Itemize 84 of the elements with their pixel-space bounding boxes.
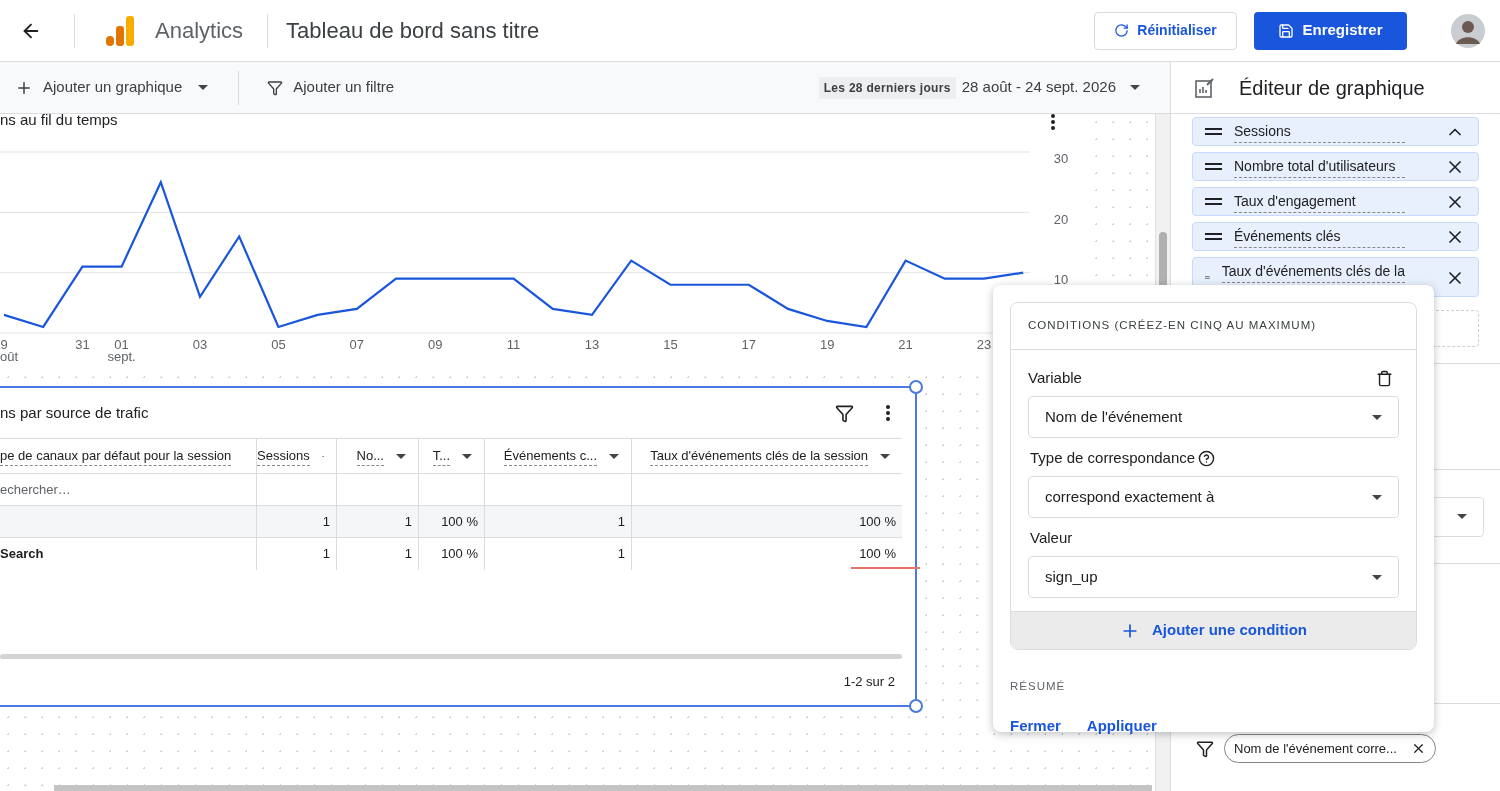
field-label: Valeur bbox=[1030, 527, 1073, 548]
chart-title: ns au fil du temps bbox=[0, 114, 118, 130]
axis-label: 15 bbox=[663, 337, 678, 353]
annotation-underline bbox=[851, 567, 920, 569]
axis-label: 30 bbox=[1053, 151, 1069, 167]
column-header[interactable]: Sessions bbox=[256, 439, 336, 473]
table-cell-text: 1 bbox=[322, 512, 330, 531]
metric-chip[interactable]: Sessions bbox=[1192, 117, 1479, 146]
card-title: ns par source de trafic bbox=[0, 402, 149, 423]
metric-chip[interactable]: Taux d'engagement bbox=[1192, 187, 1479, 216]
action-link[interactable]: Appliquer bbox=[1086, 715, 1157, 738]
add-chart-button[interactable]: Ajouter un graphique bbox=[15, 76, 209, 99]
axis-label: 11 bbox=[506, 337, 521, 353]
resize-handle[interactable] bbox=[909, 380, 923, 394]
column-header[interactable]: T... bbox=[418, 439, 484, 473]
drag-handle-icon bbox=[1205, 128, 1222, 135]
table-cell-text: 100 % bbox=[441, 545, 478, 564]
column-header[interactable]: No... bbox=[336, 439, 418, 473]
avatar[interactable] bbox=[1451, 13, 1485, 48]
axis-label: 17 bbox=[741, 337, 757, 353]
column-header[interactable]: pe de canaux par défaut pour la session bbox=[0, 439, 256, 473]
save-button[interactable]: Enregistrer bbox=[1254, 11, 1407, 50]
date-range-button[interactable]: 28 août - 24 sept. 2026 bbox=[961, 76, 1140, 99]
drag-handle-icon bbox=[1205, 233, 1222, 240]
table-cell-text: 1 bbox=[404, 512, 412, 531]
summary-label: RÉSUMÉ bbox=[1010, 679, 1067, 694]
axis-label: 20 bbox=[1053, 211, 1069, 227]
help-icon[interactable] bbox=[1198, 449, 1216, 467]
axis-label: 31 bbox=[75, 337, 90, 353]
filter-button[interactable] bbox=[835, 403, 854, 423]
table-cell-text: 100 % bbox=[859, 545, 896, 564]
select-field[interactable]: Nom de l'événement bbox=[1028, 396, 1399, 438]
filter-icon bbox=[267, 79, 284, 96]
metric-chip[interactable]: Nombre total d'utilisateurs bbox=[1192, 152, 1479, 181]
axis-label: 03 bbox=[192, 337, 208, 353]
save-icon bbox=[1278, 22, 1295, 39]
axis-label: 10 bbox=[1053, 272, 1069, 288]
table-cell-text: 1 bbox=[322, 545, 330, 564]
column-header[interactable]: Événements c... bbox=[484, 439, 631, 473]
chart-edit-icon bbox=[1195, 77, 1215, 98]
horizontal-scrollbar[interactable] bbox=[54, 785, 1152, 791]
table-cell-text: 1 bbox=[404, 545, 412, 564]
filter-icon bbox=[1196, 739, 1214, 758]
pagination-label: 1-2 sur 2 bbox=[843, 673, 895, 692]
horizontal-scrollbar[interactable] bbox=[0, 654, 902, 659]
column-header[interactable]: Taux d'événements clés de la session bbox=[631, 439, 902, 473]
axis-label: 07 bbox=[349, 337, 365, 353]
drag-handle-icon bbox=[1205, 198, 1222, 205]
drag-handle-icon bbox=[1205, 163, 1222, 170]
search-field[interactable]: echercher… bbox=[0, 474, 256, 505]
delete-icon[interactable] bbox=[1376, 369, 1393, 387]
metric-chip[interactable]: Événements clés bbox=[1192, 222, 1479, 251]
field-label: Type de correspondance bbox=[1030, 447, 1196, 468]
dashboard-title: Tableau de bord sans titre bbox=[286, 17, 540, 45]
axis-label: 21 bbox=[898, 337, 913, 353]
panel-title: Éditeur de graphique bbox=[1239, 75, 1425, 101]
more-options-button[interactable] bbox=[1049, 114, 1057, 132]
select-field[interactable]: correspond exactement à bbox=[1028, 476, 1399, 518]
field-label: Variable bbox=[1028, 367, 1082, 388]
axis-label: 19 bbox=[819, 337, 835, 353]
reset-button[interactable]: Réinitialiser bbox=[1094, 11, 1237, 50]
add-condition-button[interactable]: Ajouter une condition bbox=[1011, 611, 1416, 649]
resize-handle[interactable] bbox=[909, 699, 923, 713]
add-filter-button[interactable]: Ajouter un filtre bbox=[267, 76, 395, 99]
more-options-button[interactable] bbox=[884, 403, 892, 423]
axis-label: 05 bbox=[271, 337, 286, 353]
filter-icon bbox=[835, 403, 854, 423]
more-icon bbox=[1051, 114, 1055, 130]
table-cell-text: 1 bbox=[617, 512, 625, 531]
table-cell-text: 1 bbox=[617, 545, 625, 564]
more-icon bbox=[886, 405, 890, 421]
action-link[interactable]: Fermer bbox=[1010, 715, 1061, 738]
axis-label: 09 bbox=[427, 337, 443, 353]
table-cell-text: 100 % bbox=[441, 512, 478, 531]
axis-label: 13 bbox=[584, 337, 600, 353]
section-heading: CONDITIONS (CRÉEZ-EN CINQ AU MAXIMUM) bbox=[1028, 318, 1317, 334]
analytics-logo-icon bbox=[106, 15, 134, 46]
axis-label: 23 bbox=[976, 337, 992, 353]
app-name: Analytics bbox=[155, 17, 244, 45]
date-preset-tag: Les 28 derniers jours bbox=[818, 76, 956, 99]
refresh-icon bbox=[1114, 23, 1130, 38]
table-cell-text: Search bbox=[0, 545, 44, 564]
select-field[interactable]: sign_up bbox=[1028, 556, 1399, 598]
table-cell-text: 100 % bbox=[859, 512, 896, 531]
